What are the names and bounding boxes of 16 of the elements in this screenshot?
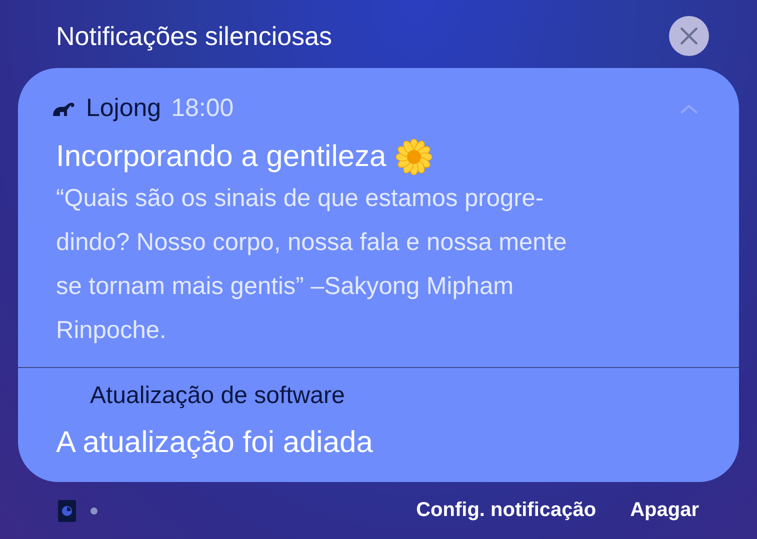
notification-time: 18:00 <box>171 94 234 123</box>
notification-text: “Quais são os sinais de que estamos progre- dindo? Nosso corpo, nossa fala e nossa mente se tornam mais gentis” –Sakyong Mipham Rinpoche. <box>56 184 568 346</box>
footer-button[interactable]: Apagar <box>630 495 699 526</box>
close-icon <box>679 26 699 46</box>
dot-icon <box>90 506 98 514</box>
app-name: Atualização de software <box>89 381 346 410</box>
app-name: Lojong <box>86 94 162 123</box>
close-button[interactable] <box>669 16 709 56</box>
footer-button[interactable]: Config. notificação <box>416 495 596 526</box>
section-title: Notificações silenciosas <box>56 20 332 52</box>
notification-title: A atualização foi adiada <box>55 425 374 460</box>
notification-title: Incorporando a gentileza <box>56 140 386 174</box>
app-icon <box>58 500 76 522</box>
notification-card[interactable] <box>18 68 739 482</box>
sunflower-icon <box>396 139 432 175</box>
chevron-icon[interactable] <box>679 102 699 114</box>
